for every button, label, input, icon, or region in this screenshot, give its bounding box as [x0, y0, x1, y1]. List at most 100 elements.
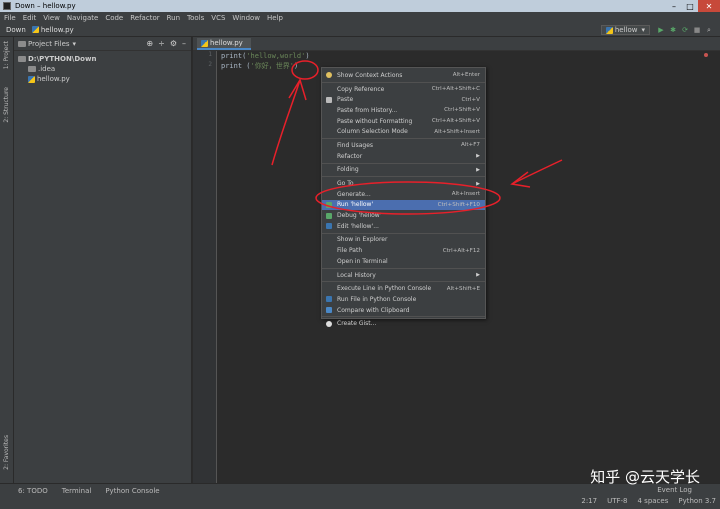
- run-icon: [326, 201, 332, 208]
- rerun-icon[interactable]: ⟳: [680, 25, 690, 35]
- menu-file[interactable]: File: [4, 14, 16, 22]
- context-menu-item-column-selection-mode[interactable]: Column Selection Mode Alt+Shift+Insert: [322, 126, 485, 137]
- tab-structure[interactable]: 2: Structure: [3, 87, 10, 123]
- context-menu-item-refactor[interactable]: Refactor ▶: [322, 151, 485, 162]
- locate-icon[interactable]: ⊕: [146, 39, 153, 48]
- menu-edit[interactable]: Edit: [23, 14, 37, 22]
- tool-window-python-console[interactable]: Python Console: [105, 487, 159, 495]
- editor-tab-hellow[interactable]: hellow.py: [197, 38, 251, 50]
- context-menu-item-show-context-actions[interactable]: Show Context Actions Alt+Enter: [322, 70, 485, 81]
- chevron-down-icon: ▾: [641, 26, 645, 34]
- submenu-arrow-icon: ▶: [476, 166, 480, 173]
- menu-code[interactable]: Code: [105, 14, 123, 22]
- tab-project[interactable]: 1: Project: [3, 41, 10, 69]
- caret-position[interactable]: 2:17: [581, 497, 597, 505]
- window-title-bar: Down – hellow.py – □ ✕: [0, 0, 720, 12]
- project-panel-title[interactable]: Project Files: [28, 40, 70, 48]
- shortcut-label: Ctrl+Shift+V: [444, 107, 480, 114]
- code-token: ): [305, 52, 310, 60]
- folder-icon: [18, 56, 26, 62]
- minimize-icon[interactable]: –: [666, 0, 682, 12]
- context-menu-item-run-hellow[interactable]: Run 'hellow' Ctrl+Shift+F10: [322, 199, 485, 211]
- context-menu-item-label: Refactor: [337, 152, 363, 160]
- file-encoding[interactable]: UTF-8: [607, 497, 627, 505]
- context-menu-item-label: Execute Line in Python Console: [337, 285, 432, 293]
- python-file-icon: [28, 75, 35, 83]
- close-icon[interactable]: ✕: [698, 0, 720, 12]
- clipboard-icon: [326, 96, 332, 103]
- run-configuration-select[interactable]: hellow ▾: [600, 25, 650, 35]
- shortcut-label: Alt+Insert: [451, 191, 480, 198]
- maximize-icon[interactable]: □: [682, 0, 698, 12]
- menu-run[interactable]: Run: [167, 14, 180, 22]
- context-menu-item-show-in-explorer[interactable]: Show in Explorer: [322, 235, 485, 246]
- menu-separator: [322, 176, 485, 178]
- menu-help[interactable]: Help: [267, 14, 283, 22]
- collapse-icon[interactable]: ÷: [158, 39, 165, 48]
- context-menu-item-create-gist[interactable]: Create Gist...: [322, 318, 485, 329]
- context-menu-item-compare-with-clipboard[interactable]: Compare with Clipboard: [322, 305, 485, 316]
- python-icon: [326, 223, 332, 230]
- context-menu-item-run-file-in-python-console[interactable]: Run File in Python Console: [322, 294, 485, 305]
- search-icon[interactable]: ⌕: [704, 25, 714, 35]
- context-menu-item-edit-hellow[interactable]: Edit 'hellow'...: [322, 221, 485, 232]
- left-tool-strip: 1: Project 2: Structure 2: Favorites: [0, 37, 14, 483]
- tab-favorites[interactable]: 2: Favorites: [3, 435, 10, 470]
- shortcut-label: Alt+F7: [460, 142, 480, 149]
- tool-window-terminal[interactable]: Terminal: [62, 487, 92, 495]
- code-token: print: [221, 62, 247, 70]
- menu-navigate[interactable]: Navigate: [67, 14, 98, 22]
- run-icon[interactable]: ▶: [656, 25, 666, 35]
- context-menu-item-find-usages[interactable]: Find Usages Alt+F7: [322, 140, 485, 151]
- context-menu-item-debug-hellow[interactable]: Debug 'hellow': [322, 210, 485, 221]
- context-menu-item-execute-line-in-python-console[interactable]: Execute Line in Python Console Alt+Shift+…: [322, 283, 485, 294]
- breadcrumb-file[interactable]: hellow.py: [31, 26, 74, 34]
- debug-icon[interactable]: ✱: [668, 25, 678, 35]
- event-log-button[interactable]: Event Log: [657, 486, 692, 494]
- context-menu-item-label: Column Selection Mode: [337, 128, 408, 136]
- tree-item[interactable]: hellow.py: [14, 74, 191, 84]
- breadcrumb-project[interactable]: Down: [6, 26, 26, 34]
- tool-window-todo[interactable]: 6: TODO: [18, 487, 48, 495]
- menu-view[interactable]: View: [43, 14, 60, 22]
- code-editor[interactable]: print('hellow,world') print ('你好，世界'): [221, 51, 310, 71]
- code-line[interactable]: print('hellow,world'): [221, 51, 310, 61]
- context-menu-item-generate[interactable]: Generate... Alt+Insert: [322, 189, 485, 200]
- window-title: Down – hellow.py: [15, 2, 76, 10]
- folder-icon: [18, 40, 26, 47]
- submenu-arrow-icon: ▶: [476, 153, 480, 160]
- context-menu-item-paste-from-history[interactable]: Paste from History... Ctrl+Shift+V: [322, 105, 485, 116]
- project-panel: Project Files ▾ ⊕ ÷ ⚙ – D:\PYTHON\Down .i…: [14, 37, 192, 483]
- editor-tab-label: hellow.py: [210, 39, 243, 47]
- context-menu-item-go-to[interactable]: Go To ▶: [322, 178, 485, 189]
- context-menu-item-label: Copy Reference: [337, 85, 385, 93]
- context-menu-item-copy-reference[interactable]: Copy Reference Ctrl+Alt+Shift+C: [322, 84, 485, 95]
- context-menu-item-label: File Path: [337, 247, 363, 255]
- code-token: ): [293, 62, 299, 70]
- menu-tools[interactable]: Tools: [187, 14, 204, 22]
- tree-item[interactable]: .idea: [14, 64, 191, 74]
- context-menu-item-file-path[interactable]: File Path Ctrl+Alt+F12: [322, 245, 485, 256]
- hide-icon[interactable]: –: [182, 39, 186, 48]
- gear-icon[interactable]: ⚙: [170, 39, 177, 48]
- context-menu-item-paste-without-formatting[interactable]: Paste without Formatting Ctrl+Alt+Shift+V: [322, 116, 485, 127]
- code-token: '你好，世界': [250, 62, 294, 70]
- shortcut-label: Alt+Enter: [452, 72, 480, 79]
- context-menu-item-paste[interactable]: Paste Ctrl+V: [322, 94, 485, 105]
- context-menu-item-local-history[interactable]: Local History ▶: [322, 270, 485, 281]
- tree-item[interactable]: D:\PYTHON\Down: [14, 54, 191, 64]
- code-token: 'hellow,world': [246, 52, 306, 60]
- menu-window[interactable]: Window: [232, 14, 260, 22]
- chevron-down-icon[interactable]: ▾: [73, 40, 77, 48]
- menu-vcs[interactable]: VCS: [211, 14, 225, 22]
- context-menu-item-open-in-terminal[interactable]: Open in Terminal: [322, 256, 485, 267]
- indent-setting[interactable]: 4 spaces: [638, 497, 669, 505]
- github-icon: [326, 320, 332, 327]
- code-line[interactable]: print ('你好，世界'): [221, 61, 310, 71]
- debug-icon: [326, 212, 332, 219]
- context-menu-item-folding[interactable]: Folding ▶: [322, 165, 485, 176]
- tree-item-label: hellow.py: [37, 75, 70, 83]
- interpreter-indicator[interactable]: Python 3.7: [678, 497, 716, 505]
- stop-icon[interactable]: ■: [692, 25, 702, 35]
- menu-refactor[interactable]: Refactor: [130, 14, 159, 22]
